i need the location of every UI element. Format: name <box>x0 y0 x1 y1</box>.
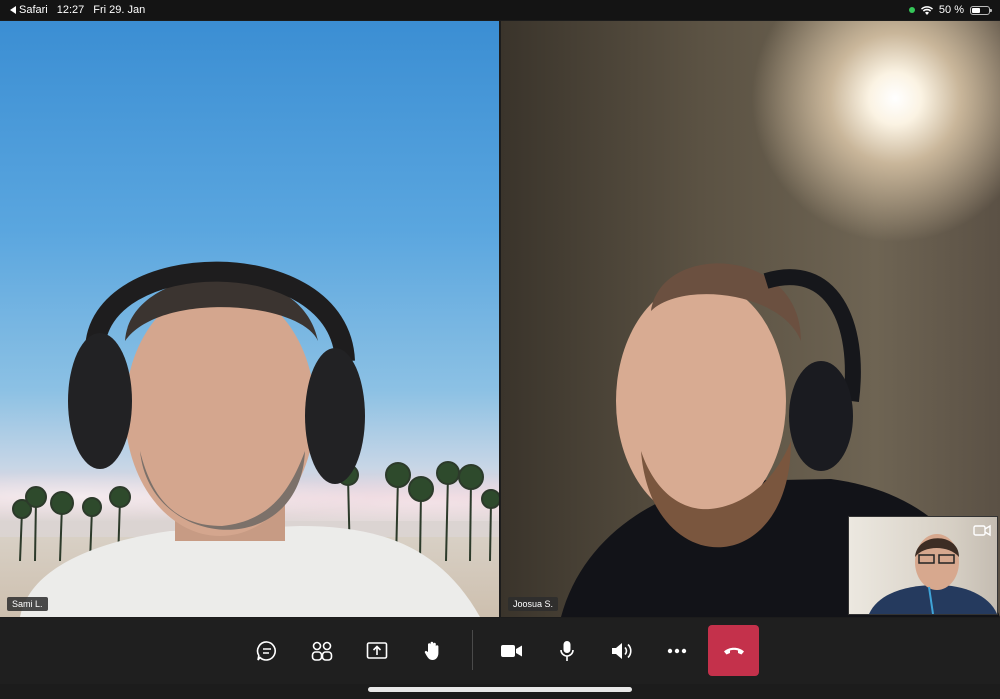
back-to-app-link[interactable]: Safari <box>10 4 48 16</box>
clock: 12:27 <box>56 4 85 16</box>
raise-hand-button[interactable] <box>412 632 452 670</box>
back-app-label: Safari <box>19 4 48 16</box>
camera-in-use-indicator <box>908 7 915 13</box>
hang-up-button[interactable] <box>708 625 759 676</box>
participant-name-label: Sami L. <box>7 597 48 611</box>
more-options-button[interactable] <box>657 632 697 670</box>
date: Fri 29. Jan <box>93 4 146 16</box>
hang-up-icon <box>723 647 744 654</box>
call-controls-bar <box>0 618 1000 684</box>
share-screen-button[interactable] <box>357 632 397 670</box>
share-screen-icon <box>366 642 388 659</box>
back-triangle-icon <box>10 6 16 14</box>
more-options-icon <box>667 648 687 654</box>
participants-button[interactable] <box>302 632 342 670</box>
raise-hand-icon <box>424 641 439 660</box>
wifi-icon <box>920 5 933 15</box>
microphone-icon <box>560 641 574 661</box>
switch-camera-icon[interactable] <box>973 523 991 542</box>
controls-divider <box>472 630 473 670</box>
participant-name-label: Joosua S. <box>508 597 559 611</box>
chat-icon <box>256 641 276 661</box>
participants-icon <box>311 641 333 661</box>
participant-video-tile-1[interactable]: Sami L. <box>0 21 499 617</box>
microphone-toggle-button[interactable] <box>547 632 587 670</box>
battery-level <box>972 7 980 13</box>
camera-icon <box>501 645 522 657</box>
speaker-button[interactable] <box>602 632 642 670</box>
participant-video-1 <box>20 261 480 617</box>
speaker-icon <box>612 643 632 659</box>
self-view-video[interactable] <box>848 516 998 615</box>
home-indicator[interactable] <box>368 687 632 692</box>
chat-button[interactable] <box>247 632 287 670</box>
battery-icon <box>970 5 992 15</box>
status-bar: Safari 12:27 Fri 29. Jan 50 % <box>0 0 1000 20</box>
camera-toggle-button[interactable] <box>492 632 532 670</box>
battery-percentage: 50 % <box>938 4 964 16</box>
